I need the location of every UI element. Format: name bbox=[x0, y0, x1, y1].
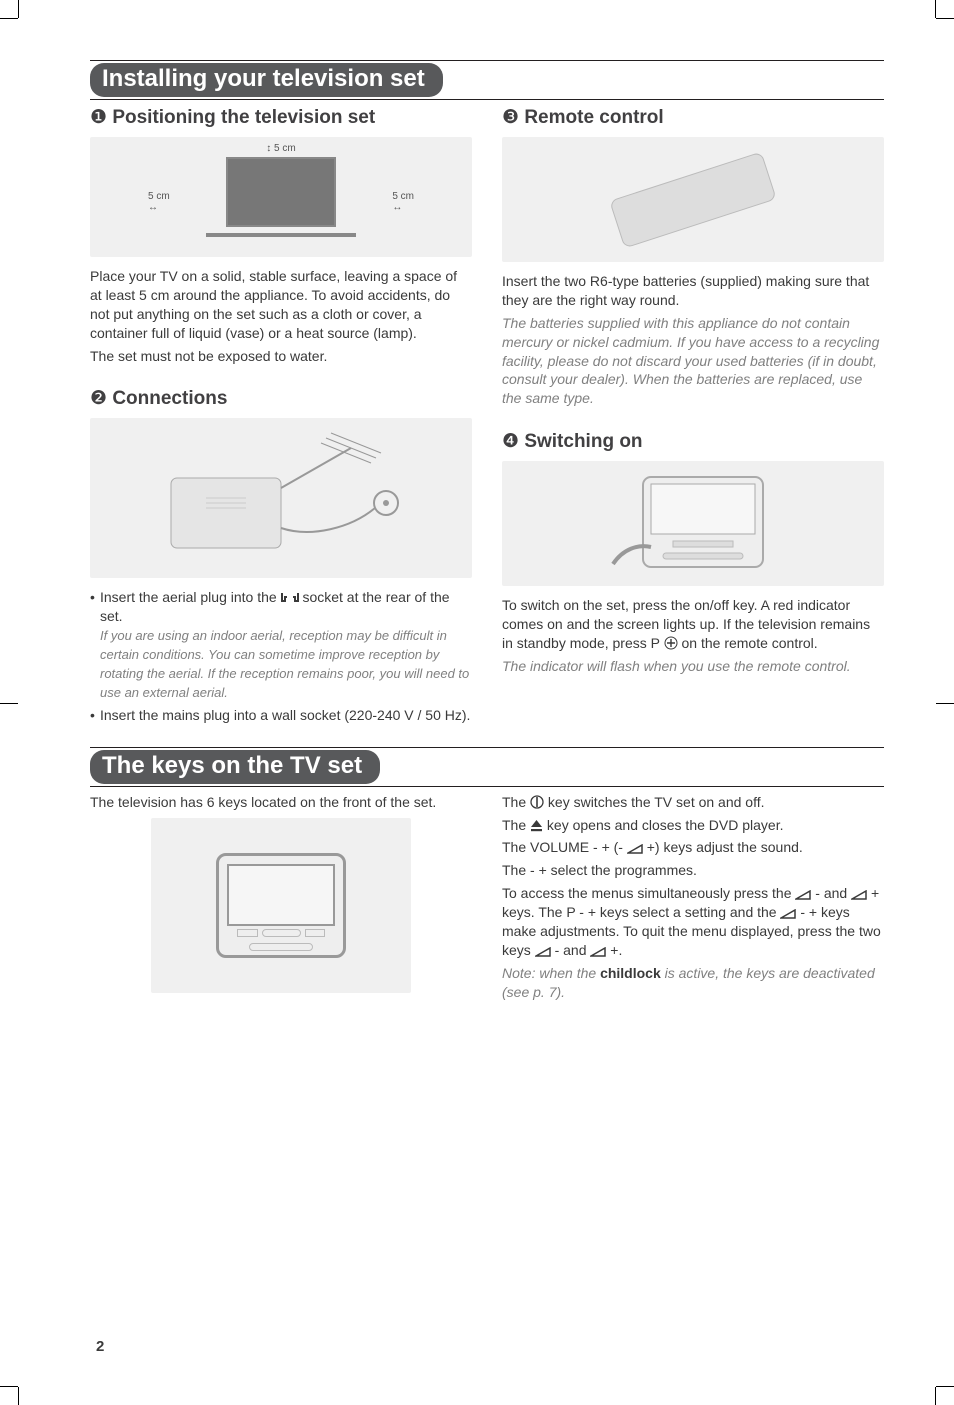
heading-switching-on: ❹ Switching on bbox=[502, 430, 884, 453]
heading-remote: ❸ Remote control bbox=[502, 106, 884, 129]
volume-triangle-icon bbox=[627, 844, 643, 854]
aerial-socket-icon bbox=[281, 592, 299, 604]
connections-item-aerial: Insert the aerial plug into the socket a… bbox=[90, 588, 472, 701]
volume-triangle-icon bbox=[851, 890, 867, 900]
page-number: 2 bbox=[96, 1338, 104, 1355]
volume-triangle-icon bbox=[535, 947, 551, 957]
section-1-header: Installing your television set bbox=[90, 60, 884, 100]
volume-triangle-icon bbox=[795, 890, 811, 900]
heading-connections: ❷ Connections bbox=[90, 387, 472, 410]
switching-text: To switch on the set, press the on/off k… bbox=[502, 596, 884, 653]
connections-item-mains: Insert the mains plug into a wall socket… bbox=[90, 706, 472, 725]
positioning-text-1: Place your TV on a solid, stable surface… bbox=[90, 267, 472, 343]
keys-line-power: The key switches the TV set on and off. bbox=[502, 793, 884, 812]
keys-line-volume: The VOLUME - + (- +) keys adjust the sou… bbox=[502, 838, 884, 857]
volume-triangle-icon bbox=[780, 909, 796, 919]
connections-list: Insert the aerial plug into the socket a… bbox=[90, 588, 472, 724]
keys-intro: The television has 6 keys located on the… bbox=[90, 793, 472, 812]
positioning-text-2: The set must not be exposed to water. bbox=[90, 347, 472, 366]
plus-circle-icon bbox=[664, 636, 678, 650]
section-1-title: Installing your television set bbox=[90, 63, 443, 97]
keys-line-program: The - + select the programmes. bbox=[502, 861, 884, 880]
section-2-title: The keys on the TV set bbox=[90, 750, 380, 784]
illustration-switching-on bbox=[502, 461, 884, 586]
illustration-connections bbox=[90, 418, 472, 578]
keys-line-eject: The key opens and closes the DVD player. bbox=[502, 816, 884, 835]
illustration-remote bbox=[502, 137, 884, 262]
keys-line-menu: To access the menus simultaneously press… bbox=[502, 884, 884, 960]
remote-text-1: Insert the two R6-type batteries (suppli… bbox=[502, 272, 884, 310]
keys-note: Note: when the childlock is active, the … bbox=[502, 964, 884, 1002]
remote-text-italic: The batteries supplied with this applian… bbox=[502, 314, 884, 408]
heading-positioning: ❶ Positioning the television set bbox=[90, 106, 472, 129]
power-icon bbox=[530, 795, 544, 809]
section-2-header: The keys on the TV set bbox=[90, 747, 884, 787]
switching-text-italic: The indicator will flash when you use th… bbox=[502, 657, 884, 676]
illustration-tv-keys bbox=[151, 818, 411, 993]
eject-icon bbox=[530, 819, 543, 832]
illustration-tv-positioning: ↕ 5 cm 5 cm↔ 5 cm↔ bbox=[90, 137, 472, 257]
volume-triangle-icon bbox=[590, 947, 606, 957]
